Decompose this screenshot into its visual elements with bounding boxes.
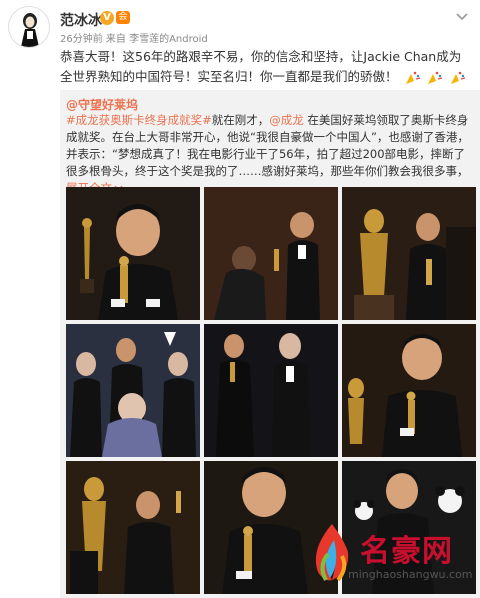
celebration-emoji-icon xyxy=(428,71,443,84)
repost-text: #成龙获奥斯卡终身成就奖#就在刚才，@成龙 在美国好莱坞领取了奥斯卡终身成就奖。… xyxy=(66,112,470,197)
mention-link[interactable]: @成龙 xyxy=(269,113,304,127)
username[interactable]: 范冰冰 xyxy=(60,10,102,30)
post-header: 范冰冰 V 会 26分钟前 来自 李雪莲的Android xyxy=(0,0,480,48)
post-body: 恭喜大哥！这56年的路艰辛不易，你的信念和坚持，让Jackie Chan成为全世… xyxy=(60,47,470,88)
verified-badge-icon: V xyxy=(100,11,114,25)
photo-jackie-with-large-oscar-statue[interactable] xyxy=(342,187,476,320)
repost-text-a: 就在刚才， xyxy=(211,113,270,127)
vip-badge-icon: 会 xyxy=(116,11,130,24)
celebration-emoji-icon xyxy=(451,71,466,84)
avatar[interactable] xyxy=(8,6,50,48)
post-meta: 26分钟前 来自 李雪莲的Android xyxy=(60,34,208,45)
avatar-image xyxy=(9,7,49,47)
hashtag-link[interactable]: #成龙获奥斯卡终身成就奖# xyxy=(66,113,212,127)
watermark-url: minghaoshangwu.com xyxy=(348,568,473,581)
repost-card[interactable]: @守望好莱坞 #成龙获奥斯卡终身成就奖#就在刚才，@成龙 在美国好莱坞领取了奥斯… xyxy=(60,90,480,598)
photo-jackie-chan-holding-oscar[interactable] xyxy=(66,187,200,320)
photo-jackie-smiling-with-oscar[interactable] xyxy=(342,324,476,457)
photo-bowing-on-stage[interactable] xyxy=(204,187,338,320)
repost-username[interactable]: @守望好莱坞 xyxy=(66,96,138,113)
more-options-chevron-icon[interactable] xyxy=(456,10,468,24)
photo-raising-oscar-on-stage[interactable] xyxy=(66,461,200,594)
site-watermark: 名豪网 minghaoshangwu.com xyxy=(304,520,474,590)
photo-group-with-elders[interactable] xyxy=(66,324,200,457)
photo-stage-presentation[interactable] xyxy=(204,324,338,457)
celebration-emoji-icon xyxy=(405,71,420,84)
emoji-group xyxy=(402,68,467,88)
watermark-name: 名豪网 xyxy=(360,534,453,569)
